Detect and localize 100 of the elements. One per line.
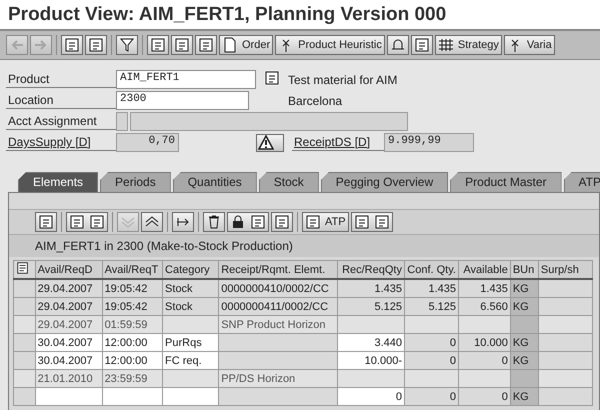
grid-icon bbox=[438, 37, 454, 53]
table-cell: KG bbox=[510, 388, 538, 406]
toolbar-button[interactable]: Varia bbox=[504, 35, 555, 55]
toolbar-icon-button[interactable] bbox=[195, 35, 217, 55]
toolbar-icon-button[interactable] bbox=[61, 35, 83, 55]
toolbar-icon-button[interactable] bbox=[147, 35, 169, 55]
table-cell: Stock bbox=[162, 279, 219, 298]
table-cell: KG bbox=[510, 298, 538, 316]
toolbar-icon-button[interactable] bbox=[172, 212, 194, 232]
toolbar-icon-button[interactable] bbox=[203, 212, 225, 232]
tab[interactable]: Quantities bbox=[172, 172, 257, 192]
table-cell: 5.125 bbox=[338, 298, 404, 316]
table-cell: 0 bbox=[404, 334, 458, 352]
value-field: 9.999,99 bbox=[384, 133, 474, 152]
table-cell: 30.04.2007 bbox=[35, 352, 102, 370]
toolbar-icon-button[interactable] bbox=[227, 212, 269, 232]
table-cell: 19:05:42 bbox=[102, 279, 163, 298]
toolbar-icon-button[interactable] bbox=[85, 35, 107, 55]
warning-button[interactable] bbox=[256, 134, 284, 152]
table-cell bbox=[35, 388, 102, 406]
column-header[interactable]: Receipt/Rqmt. Elemt. bbox=[218, 260, 338, 279]
tab[interactable]: Stock bbox=[258, 172, 319, 192]
column-header[interactable]: Surp/sh bbox=[538, 260, 592, 279]
table-cell: 0 bbox=[404, 388, 458, 406]
table-cell bbox=[162, 370, 219, 388]
column-header[interactable]: Conf. Qty. bbox=[404, 260, 458, 279]
input-field[interactable]: 2300 bbox=[116, 91, 249, 110]
column-header[interactable]: BUn bbox=[510, 260, 538, 279]
table-cell: 1.435 bbox=[338, 279, 404, 298]
description-text: Test material for AIM bbox=[287, 72, 398, 86]
table-cell: 23:59:59 bbox=[102, 370, 163, 388]
tab[interactable]: Elements bbox=[18, 172, 98, 192]
table-cell bbox=[102, 388, 163, 406]
table-cell: 6.560 bbox=[458, 298, 510, 316]
table-cell: 10.000- bbox=[338, 352, 404, 370]
column-header[interactable]: Category bbox=[162, 260, 219, 279]
table-cell: Stock bbox=[162, 298, 219, 316]
table-cell: SNP Product Horizon bbox=[218, 316, 338, 334]
toolbar-icon-button[interactable] bbox=[171, 35, 193, 55]
filter-icon bbox=[119, 37, 135, 53]
table-cell: 21.01.2010 bbox=[35, 370, 102, 388]
toolbar-icon-button[interactable] bbox=[410, 35, 433, 55]
toolbar-icon-button[interactable] bbox=[35, 212, 57, 232]
table-cell: 30.04.2007 bbox=[35, 334, 102, 352]
input-field[interactable] bbox=[116, 112, 128, 131]
table-cell bbox=[458, 316, 510, 334]
toolbar-button[interactable]: Order bbox=[219, 35, 274, 55]
table-cell: 0 bbox=[458, 352, 510, 370]
description-text: Barcelona bbox=[287, 94, 344, 108]
value-field: 0,70 bbox=[116, 133, 179, 152]
table-cell: 12:00:00 bbox=[102, 352, 163, 370]
page-icon bbox=[222, 37, 238, 53]
table-cell: 0 bbox=[338, 388, 404, 406]
tab[interactable]: Product Master bbox=[450, 172, 562, 192]
table-cell bbox=[338, 316, 404, 334]
table-cell: 0000000410/0002/CC bbox=[218, 279, 338, 298]
toolbar-icon-button[interactable] bbox=[350, 212, 393, 232]
table-cell bbox=[404, 370, 458, 388]
toolbar-icon-button[interactable] bbox=[116, 35, 138, 55]
column-header[interactable]: Rec/ReqQty bbox=[338, 260, 404, 279]
toolbar-icon-button[interactable] bbox=[386, 35, 409, 55]
table-cell: 10.000 bbox=[458, 334, 510, 352]
table-cell: 5.125 bbox=[404, 298, 458, 316]
column-header[interactable]: Avail/ReqT bbox=[102, 260, 163, 279]
context-text: AIM_FERT1 in 2300 (Make-to-Stock Production) bbox=[35, 239, 293, 253]
table-cell: 1.435 bbox=[404, 279, 458, 298]
table-cell: FC req. bbox=[162, 352, 219, 370]
layout-icon[interactable] bbox=[16, 261, 30, 275]
toolbar-button[interactable]: Strategy bbox=[434, 35, 502, 55]
table-cell bbox=[404, 316, 458, 334]
window-title: Product View: AIM_FERT1, Planning Version 000 bbox=[8, 4, 446, 26]
table-cell: PP/DS Horizon bbox=[218, 370, 338, 388]
table-cell: 01:59:59 bbox=[102, 316, 163, 334]
table-cell: 29.04.2007 bbox=[35, 279, 102, 298]
input-field[interactable]: AIM_FERT1 bbox=[116, 70, 256, 89]
table-cell: 19:05:42 bbox=[102, 298, 163, 316]
table-cell: 0 bbox=[404, 352, 458, 370]
table-cell: 0 bbox=[458, 388, 510, 406]
table-cell: 29.04.2007 bbox=[35, 298, 102, 316]
table-cell: 3.440 bbox=[338, 334, 404, 352]
row-selector[interactable] bbox=[14, 279, 36, 298]
table-cell: PurRqs bbox=[162, 334, 219, 352]
column-header[interactable]: Avail/ReqD bbox=[35, 260, 102, 279]
lock-icon bbox=[230, 214, 246, 230]
tab[interactable]: Pegging Overview bbox=[320, 172, 448, 192]
warning-icon bbox=[258, 134, 274, 150]
tab[interactable]: ATP bbox=[564, 172, 600, 192]
toolbar-icon-button[interactable] bbox=[66, 212, 108, 232]
table-cell: 12:00:00 bbox=[102, 334, 163, 352]
table-cell: 29.04.2007 bbox=[35, 316, 102, 334]
table-cell: 0000000411/0002/CC bbox=[218, 298, 338, 316]
table-cell: 1.435 bbox=[458, 279, 510, 298]
tab[interactable]: Periods bbox=[100, 172, 171, 192]
toolbar-icon-button[interactable] bbox=[271, 212, 293, 232]
toolbar-button[interactable]: ATP bbox=[302, 212, 349, 232]
toolbar-button[interactable]: Product Heuristic bbox=[275, 35, 385, 55]
toolbar-icon-button[interactable] bbox=[141, 212, 163, 232]
table-cell bbox=[162, 388, 219, 406]
input-field[interactable] bbox=[130, 112, 408, 131]
column-header[interactable]: Available bbox=[458, 260, 510, 279]
